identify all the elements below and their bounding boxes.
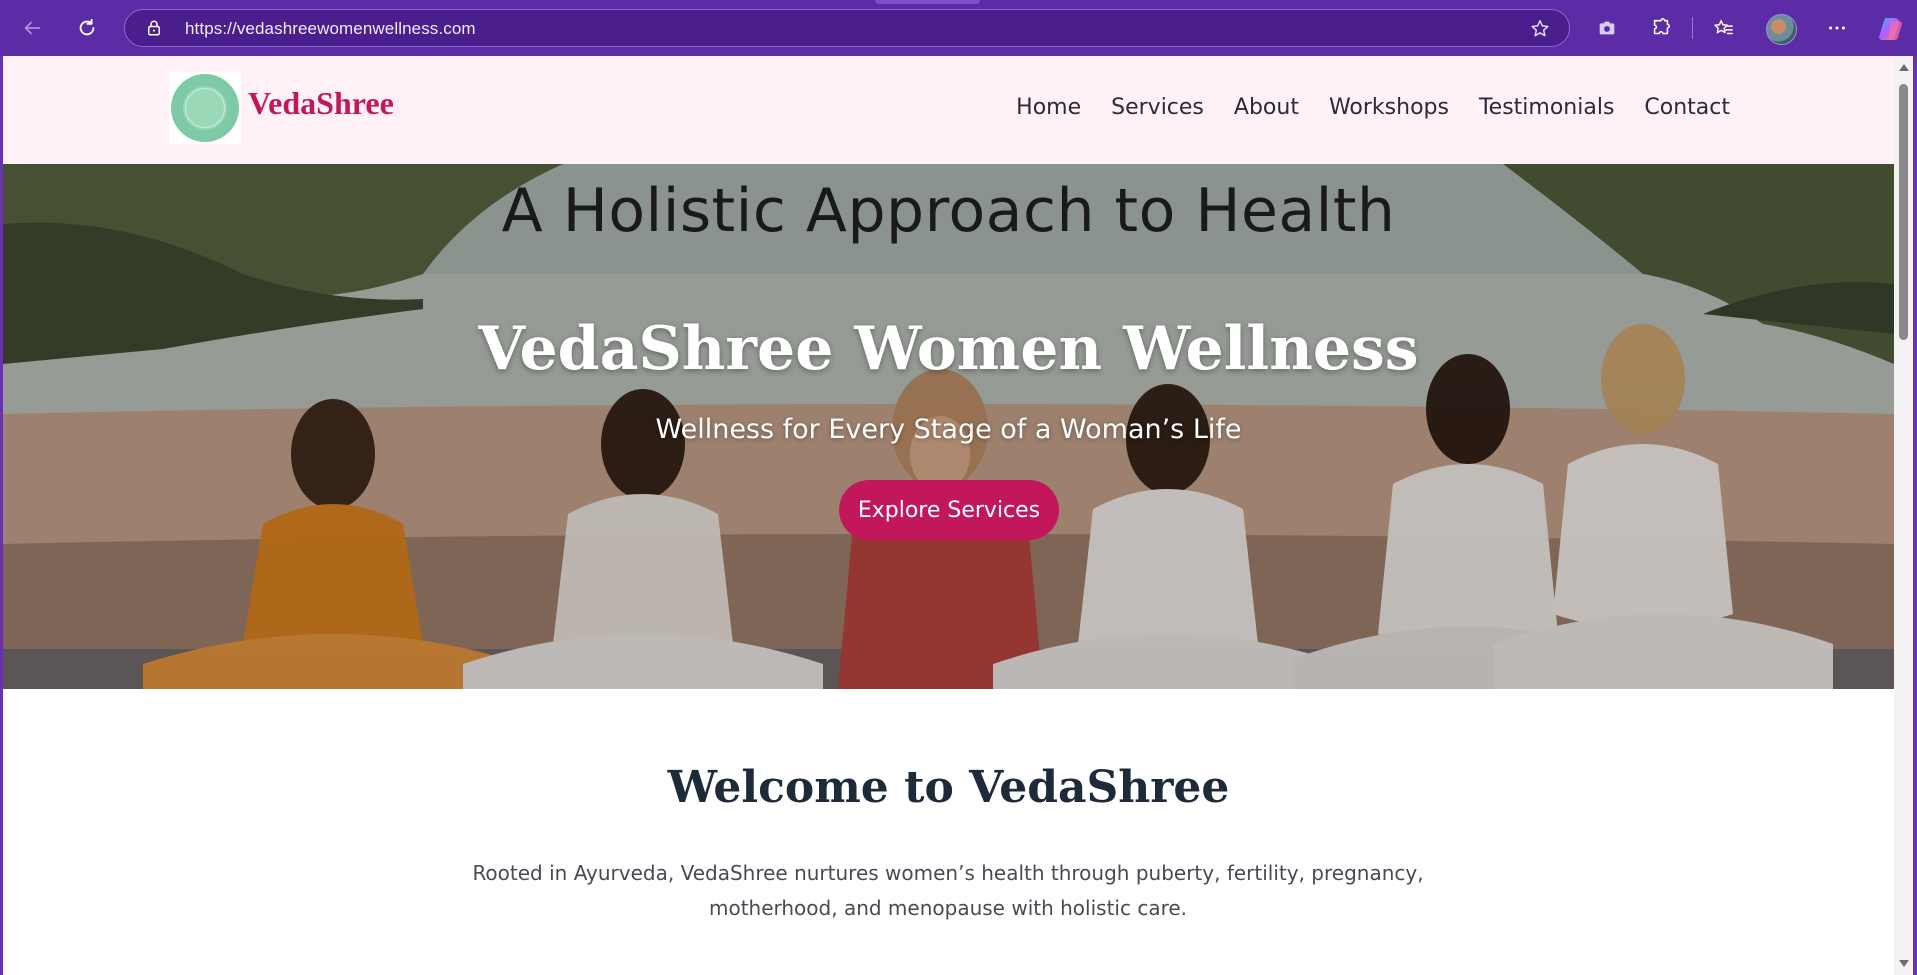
more-options-icon [1829,26,1845,30]
address-bar[interactable]: https://vedashreewomenwellness.com [124,9,1570,47]
screenshot-icon [1599,21,1615,35]
hero-image-caption: A Holistic Approach to Health [501,176,1396,246]
hero-subtitle: Wellness for Every Stage of a Woman’s Li… [655,414,1242,445]
scroll-down-arrow[interactable] [1899,960,1909,967]
site-header: VedaShree Home Services About Workshops … [3,56,1894,164]
toolbar-divider [1692,17,1693,39]
nav-about[interactable]: About [1234,95,1299,120]
hero-title: VedaShree Women Wellness [478,314,1419,384]
tab-indicator [875,0,980,4]
copilot-icon[interactable] [1877,15,1905,43]
explore-services-button[interactable]: Explore Services [839,480,1059,540]
nav-workshops[interactable]: Workshops [1329,95,1449,120]
nav-home[interactable]: Home [1016,95,1081,120]
main-nav: Home Services About Workshops Testimonia… [1016,95,1730,120]
favorites-button[interactable] [1708,13,1738,43]
refresh-icon [79,18,95,36]
back-arrow-icon [24,21,41,35]
page-scrollbar[interactable] [1894,56,1913,975]
profile-avatar[interactable] [1766,14,1797,45]
welcome-text: Rooted in Ayurveda, VedaShree nurtures w… [472,861,1424,920]
lock-icon[interactable] [145,19,163,37]
extensions-icon [1653,18,1671,35]
nav-contact[interactable]: Contact [1644,95,1730,120]
nav-services[interactable]: Services [1111,95,1204,120]
welcome-title: Welcome to VedaShree [667,762,1230,813]
logo-emblem [171,74,239,142]
scroll-up-arrow[interactable] [1899,64,1909,71]
back-button[interactable] [14,10,50,46]
site-logo[interactable] [169,72,241,144]
favorites-icon [1714,19,1733,35]
more-options-button[interactable] [1822,13,1852,43]
window-border [1913,56,1917,975]
logo-inner-ring [185,88,225,128]
extensions-button[interactable] [1646,13,1676,43]
refresh-button[interactable] [69,10,105,46]
brand-name[interactable]: VedaShree [248,85,394,122]
browser-toolbar: https://vedashreewomenwellness.com [0,0,1917,56]
screenshot-button[interactable] [1592,13,1622,43]
hero-section: A Holistic Approach to Health VedaShree … [3,164,1894,689]
favorite-star-icon[interactable] [1529,18,1551,40]
scroll-thumb[interactable] [1899,84,1908,340]
url-text[interactable]: https://vedashreewomenwellness.com [185,19,476,39]
nav-testimonials[interactable]: Testimonials [1479,95,1614,120]
page-viewport: VedaShree Home Services About Workshops … [3,56,1894,975]
